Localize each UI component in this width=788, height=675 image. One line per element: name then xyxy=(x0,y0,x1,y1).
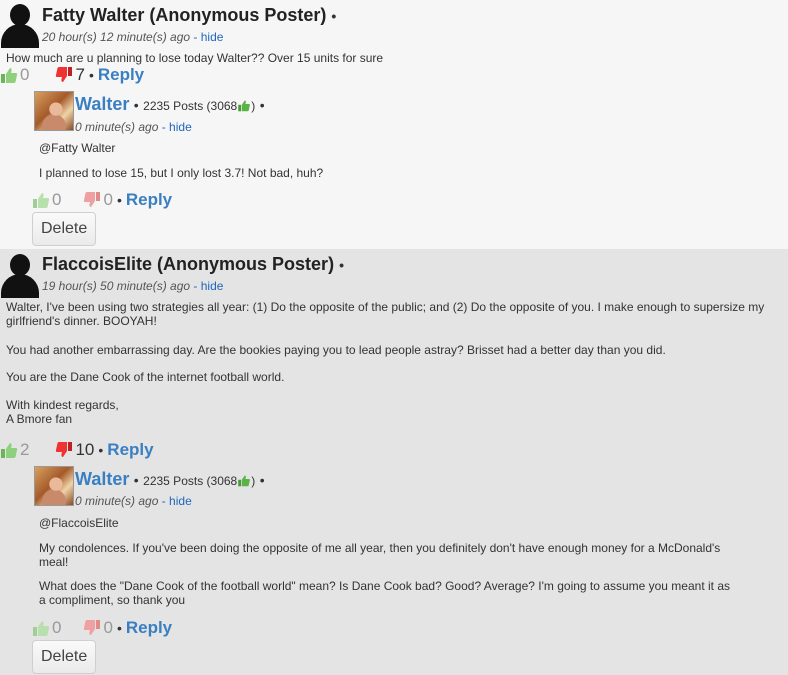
comment-body-paragraph: You had another embarrassing day. Are th… xyxy=(6,343,666,357)
thumbs-up-icon xyxy=(238,475,251,487)
reply-link[interactable]: Reply xyxy=(126,190,172,210)
reply-meta: 0 minute(s) ago - hide xyxy=(75,120,192,134)
reply-author-line: Walter • 2235 Posts (3068) • xyxy=(75,469,265,489)
reply-body-line: @Fatty Walter xyxy=(39,141,116,155)
comment-body-paragraph: With kindest regards, xyxy=(6,398,119,412)
thumbs-down-icon[interactable] xyxy=(55,66,73,84)
comment-meta: 19 hour(s) 50 minute(s) ago - hide xyxy=(42,279,223,293)
thumbs-up-icon xyxy=(238,100,251,112)
vote-bar: 0 0 • Reply xyxy=(32,190,172,210)
thumbs-down-icon[interactable] xyxy=(55,441,73,459)
hide-link[interactable]: - hide xyxy=(193,30,223,44)
comment-body-paragraph: A Bmore fan xyxy=(6,412,73,426)
user-avatar-photo[interactable] xyxy=(34,91,74,131)
reply-time: 0 minute(s) ago xyxy=(75,120,159,134)
reply-body-line: I planned to lose 15, but I only lost 3.… xyxy=(39,166,324,180)
comment-body-paragraph: You are the Dane Cook of the internet fo… xyxy=(6,370,285,384)
anonymous-avatar xyxy=(0,2,40,48)
delete-button[interactable]: Delete xyxy=(32,640,97,674)
downvote-count: 0 xyxy=(103,190,113,209)
downvote-count: 10 xyxy=(75,440,95,459)
upvote-count: 0 xyxy=(20,65,30,84)
comment-body: How much are u planning to lose today Wa… xyxy=(6,51,384,65)
upvote-count: 0 xyxy=(52,618,62,637)
reply-time: 0 minute(s) ago xyxy=(75,494,159,508)
thumbs-up-icon[interactable] xyxy=(0,441,18,459)
vote-bar: 0 7 • Reply xyxy=(0,65,144,85)
thumbs-up-icon[interactable] xyxy=(32,619,50,637)
comment-thread: FlaccoisElite (Anonymous Poster) • 19 ho… xyxy=(0,249,788,675)
downvote-count: 7 xyxy=(75,65,85,84)
reply-body-line: @FlaccoisElite xyxy=(39,516,119,530)
reply-author-line: Walter • 2235 Posts (3068) • xyxy=(75,94,265,114)
comment-time: 20 hour(s) 12 minute(s) ago xyxy=(42,30,191,44)
hide-link[interactable]: - hide xyxy=(193,279,223,293)
comment-author: FlaccoisElite (Anonymous Poster) • xyxy=(42,254,344,274)
post-count: 2235 Posts (3068) xyxy=(143,99,256,113)
user-avatar-photo[interactable] xyxy=(34,466,74,506)
upvote-count: 0 xyxy=(52,190,62,209)
reply-author-link[interactable]: Walter xyxy=(75,94,129,114)
reply-link[interactable]: Reply xyxy=(98,65,144,85)
hide-link[interactable]: - hide xyxy=(162,120,192,134)
anonymous-avatar xyxy=(0,252,40,298)
comment-author: Fatty Walter (Anonymous Poster) • xyxy=(42,5,337,25)
delete-button[interactable]: Delete xyxy=(32,212,97,246)
comment-time: 19 hour(s) 50 minute(s) ago xyxy=(42,279,191,293)
post-count: 2235 Posts (3068) xyxy=(143,474,256,488)
thumbs-down-icon[interactable] xyxy=(83,619,101,637)
reply-body-line: My condolences. If you've been doing the… xyxy=(39,541,721,569)
thumbs-down-icon[interactable] xyxy=(83,191,101,209)
reply-body-line: What does the "Dane Cook of the football… xyxy=(39,579,730,607)
thumbs-up-icon[interactable] xyxy=(32,191,50,209)
reply-link[interactable]: Reply xyxy=(126,618,172,638)
comment-meta: 20 hour(s) 12 minute(s) ago - hide xyxy=(42,30,223,44)
upvote-count: 2 xyxy=(20,440,30,459)
comment-body-paragraph: Walter, I've been using two strategies a… xyxy=(6,300,765,328)
hide-link[interactable]: - hide xyxy=(162,494,192,508)
thumbs-up-icon[interactable] xyxy=(0,66,18,84)
reply-link[interactable]: Reply xyxy=(107,440,153,460)
reply-author-link[interactable]: Walter xyxy=(75,469,129,489)
vote-bar: 2 10 • Reply xyxy=(0,440,154,460)
vote-bar: 0 0 • Reply xyxy=(32,618,172,638)
reply-meta: 0 minute(s) ago - hide xyxy=(75,494,192,508)
downvote-count: 0 xyxy=(103,618,113,637)
comment-thread: Fatty Walter (Anonymous Poster) • 20 hou… xyxy=(0,0,788,249)
